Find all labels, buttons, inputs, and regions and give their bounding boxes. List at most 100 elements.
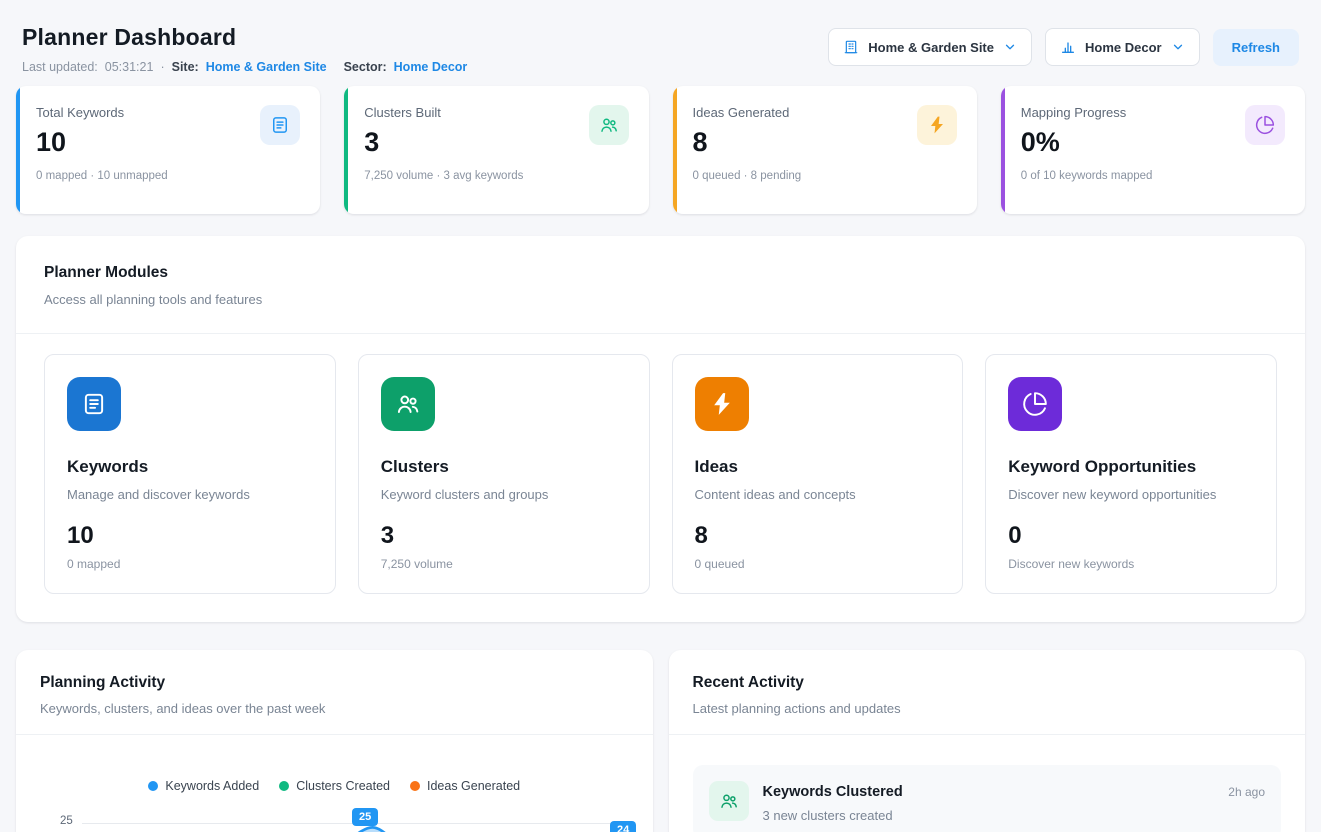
planning-activity-chart: 25 25 24 — [26, 805, 643, 832]
module-value: 10 — [67, 522, 313, 550]
card-subtitle: Keywords, clusters, and ideas over the p… — [40, 701, 629, 716]
module-card-keyword-opportunities[interactable]: Keyword Opportunities Discover new keywo… — [985, 354, 1277, 594]
module-title: Keyword Opportunities — [1008, 457, 1254, 477]
module-detail: 7,250 volume — [381, 557, 627, 571]
card-body: Keywords Added Clusters Created Ideas Ge… — [16, 779, 653, 832]
module-detail: 0 queued — [695, 557, 941, 571]
header-actions: Home & Garden Site Home Decor Refresh — [828, 24, 1299, 66]
header: Planner Dashboard Last updated: 05:31:21… — [16, 16, 1305, 74]
separator-dot: · — [160, 60, 164, 74]
stat-card-mapping-progress: Mapping Progress 0% 0 of 10 keywords map… — [1001, 86, 1305, 214]
sector-link[interactable]: Home Decor — [394, 60, 468, 74]
card-header: Recent Activity Latest planning actions … — [669, 650, 1306, 735]
stat-label: Clusters Built — [364, 105, 523, 120]
bottom-section: Planning Activity Keywords, clusters, an… — [16, 650, 1305, 832]
site-link[interactable]: Home & Garden Site — [206, 60, 327, 74]
legend-dot-icon — [148, 781, 158, 791]
card-subtitle: Latest planning actions and updates — [693, 701, 1282, 716]
last-updated-label: Last updated: — [22, 60, 98, 74]
planner-dashboard: Planner Dashboard Last updated: 05:31:21… — [0, 0, 1321, 832]
data-point-label: 25 — [352, 808, 378, 826]
legend-label: Ideas Generated — [427, 779, 520, 793]
site-selector-label: Home & Garden Site — [868, 40, 994, 55]
sector-selector-label: Home Decor — [1085, 40, 1162, 55]
document-lines-icon — [260, 105, 300, 145]
panel-header: Planner Modules Access all planning tool… — [16, 236, 1305, 334]
module-card-ideas[interactable]: Ideas Content ideas and concepts 8 0 que… — [672, 354, 964, 594]
panel-subtitle: Access all planning tools and features — [44, 292, 1277, 307]
chevron-down-icon — [1171, 40, 1185, 54]
stat-main: Mapping Progress 0% 0 of 10 keywords map… — [1021, 105, 1153, 198]
legend-item-ideas-generated: Ideas Generated — [410, 779, 520, 793]
users-icon — [381, 377, 435, 431]
stat-detail: 0 mapped · 10 unmapped — [36, 170, 168, 182]
stat-value: 10 — [36, 127, 168, 158]
planner-modules-panel: Planner Modules Access all planning tool… — [16, 236, 1305, 622]
module-description: Keyword clusters and groups — [381, 487, 627, 502]
pie-chart-icon — [1245, 105, 1285, 145]
last-updated-value: 05:31:21 — [105, 60, 154, 74]
panel-title: Planner Modules — [44, 264, 1277, 282]
legend-label: Keywords Added — [165, 779, 259, 793]
site-selector-button[interactable]: Home & Garden Site — [828, 28, 1032, 66]
stat-label: Total Keywords — [36, 105, 168, 120]
module-title: Keywords — [67, 457, 313, 477]
legend-dot-icon — [279, 781, 289, 791]
pie-chart-icon — [1008, 377, 1062, 431]
refresh-button[interactable]: Refresh — [1213, 29, 1299, 66]
stat-card-clusters-built: Clusters Built 3 7,250 volume · 3 avg ke… — [344, 86, 648, 214]
card-header: Planning Activity Keywords, clusters, an… — [16, 650, 653, 735]
stat-card-ideas-generated: Ideas Generated 8 0 queued · 8 pending — [673, 86, 977, 214]
building-icon — [843, 39, 859, 55]
legend-item-keywords-added: Keywords Added — [148, 779, 259, 793]
chevron-down-icon — [1003, 40, 1017, 54]
modules-grid: Keywords Manage and discover keywords 10… — [16, 334, 1305, 622]
legend-item-clusters-created: Clusters Created — [279, 779, 390, 793]
bar-chart-icon — [1060, 39, 1076, 55]
module-title: Clusters — [381, 457, 627, 477]
y-axis-tick: 25 — [60, 815, 73, 827]
stats-row: Total Keywords 10 0 mapped · 10 unmapped… — [16, 86, 1305, 214]
stat-main: Clusters Built 3 7,250 volume · 3 avg ke… — [364, 105, 523, 198]
lightning-icon — [917, 105, 957, 145]
stat-detail: 0 of 10 keywords mapped — [1021, 170, 1153, 182]
module-card-clusters[interactable]: Clusters Keyword clusters and groups 3 7… — [358, 354, 650, 594]
stat-card-total-keywords: Total Keywords 10 0 mapped · 10 unmapped — [16, 86, 320, 214]
planning-activity-card: Planning Activity Keywords, clusters, an… — [16, 650, 653, 832]
document-lines-icon — [67, 377, 121, 431]
activity-text: Keywords Clustered 3 new clusters create… — [763, 781, 903, 823]
stat-main: Total Keywords 10 0 mapped · 10 unmapped — [36, 105, 168, 198]
module-detail: 0 mapped — [67, 557, 313, 571]
users-icon — [709, 781, 749, 821]
stat-value: 0% — [1021, 127, 1153, 158]
module-description: Discover new keyword opportunities — [1008, 487, 1254, 502]
card-title: Planning Activity — [40, 674, 629, 692]
page-title: Planner Dashboard — [22, 24, 467, 51]
module-value: 0 — [1008, 522, 1254, 550]
card-body: Keywords Clustered 3 new clusters create… — [669, 765, 1306, 832]
stat-label: Ideas Generated — [693, 105, 802, 120]
lightning-icon — [695, 377, 749, 431]
activity-item-keywords-clustered: Keywords Clustered 3 new clusters create… — [693, 765, 1282, 832]
stat-detail: 7,250 volume · 3 avg keywords — [364, 170, 523, 182]
recent-activity-card: Recent Activity Latest planning actions … — [669, 650, 1306, 832]
data-point-label: 24 — [610, 821, 636, 832]
module-card-keywords[interactable]: Keywords Manage and discover keywords 10… — [44, 354, 336, 594]
legend-dot-icon — [410, 781, 420, 791]
module-title: Ideas — [695, 457, 941, 477]
module-description: Manage and discover keywords — [67, 487, 313, 502]
legend-label: Clusters Created — [296, 779, 390, 793]
stat-value: 8 — [693, 127, 802, 158]
module-description: Content ideas and concepts — [695, 487, 941, 502]
activity-time: 2h ago — [1228, 781, 1265, 799]
stat-main: Ideas Generated 8 0 queued · 8 pending — [693, 105, 802, 198]
module-detail: Discover new keywords — [1008, 557, 1254, 571]
module-value: 8 — [695, 522, 941, 550]
stat-value: 3 — [364, 127, 523, 158]
module-value: 3 — [381, 522, 627, 550]
chart-legend: Keywords Added Clusters Created Ideas Ge… — [40, 779, 629, 793]
sector-label: Sector: — [344, 60, 387, 74]
sector-selector-button[interactable]: Home Decor — [1045, 28, 1200, 66]
activity-description: 3 new clusters created — [763, 808, 903, 823]
stat-label: Mapping Progress — [1021, 105, 1153, 120]
